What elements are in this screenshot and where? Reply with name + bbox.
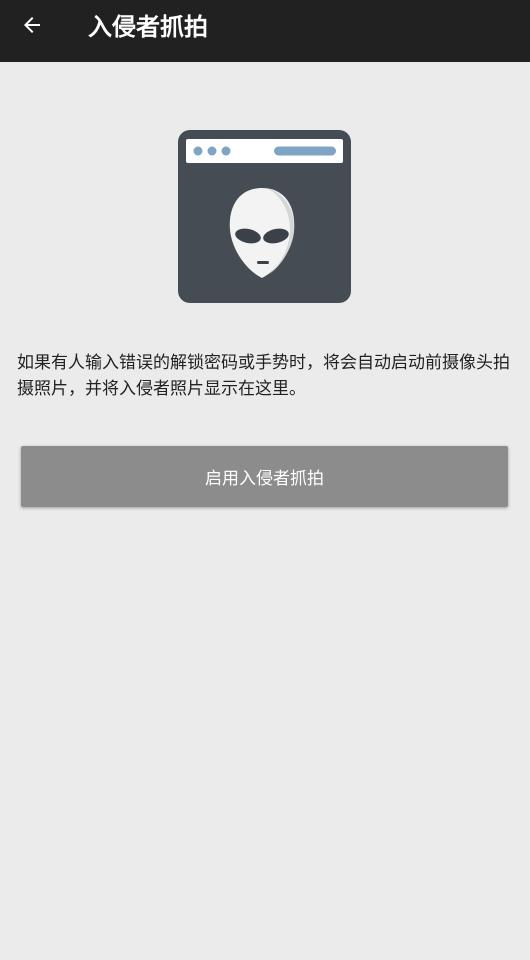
arrow-back-icon <box>20 13 44 41</box>
alien-browser-window-icon <box>178 130 351 303</box>
description-text: 如果有人输入错误的解锁密码或手势时，将会自动启动前摄像头拍摄照片，并将入侵者照片… <box>17 353 510 399</box>
app-bar: 入侵者抓拍 <box>0 0 530 62</box>
enable-button-label: 启用入侵者抓拍 <box>205 469 324 489</box>
back-button[interactable] <box>14 9 50 45</box>
enable-intruder-capture-button[interactable]: 启用入侵者抓拍 <box>21 446 508 507</box>
page-title: 入侵者抓拍 <box>88 13 208 41</box>
